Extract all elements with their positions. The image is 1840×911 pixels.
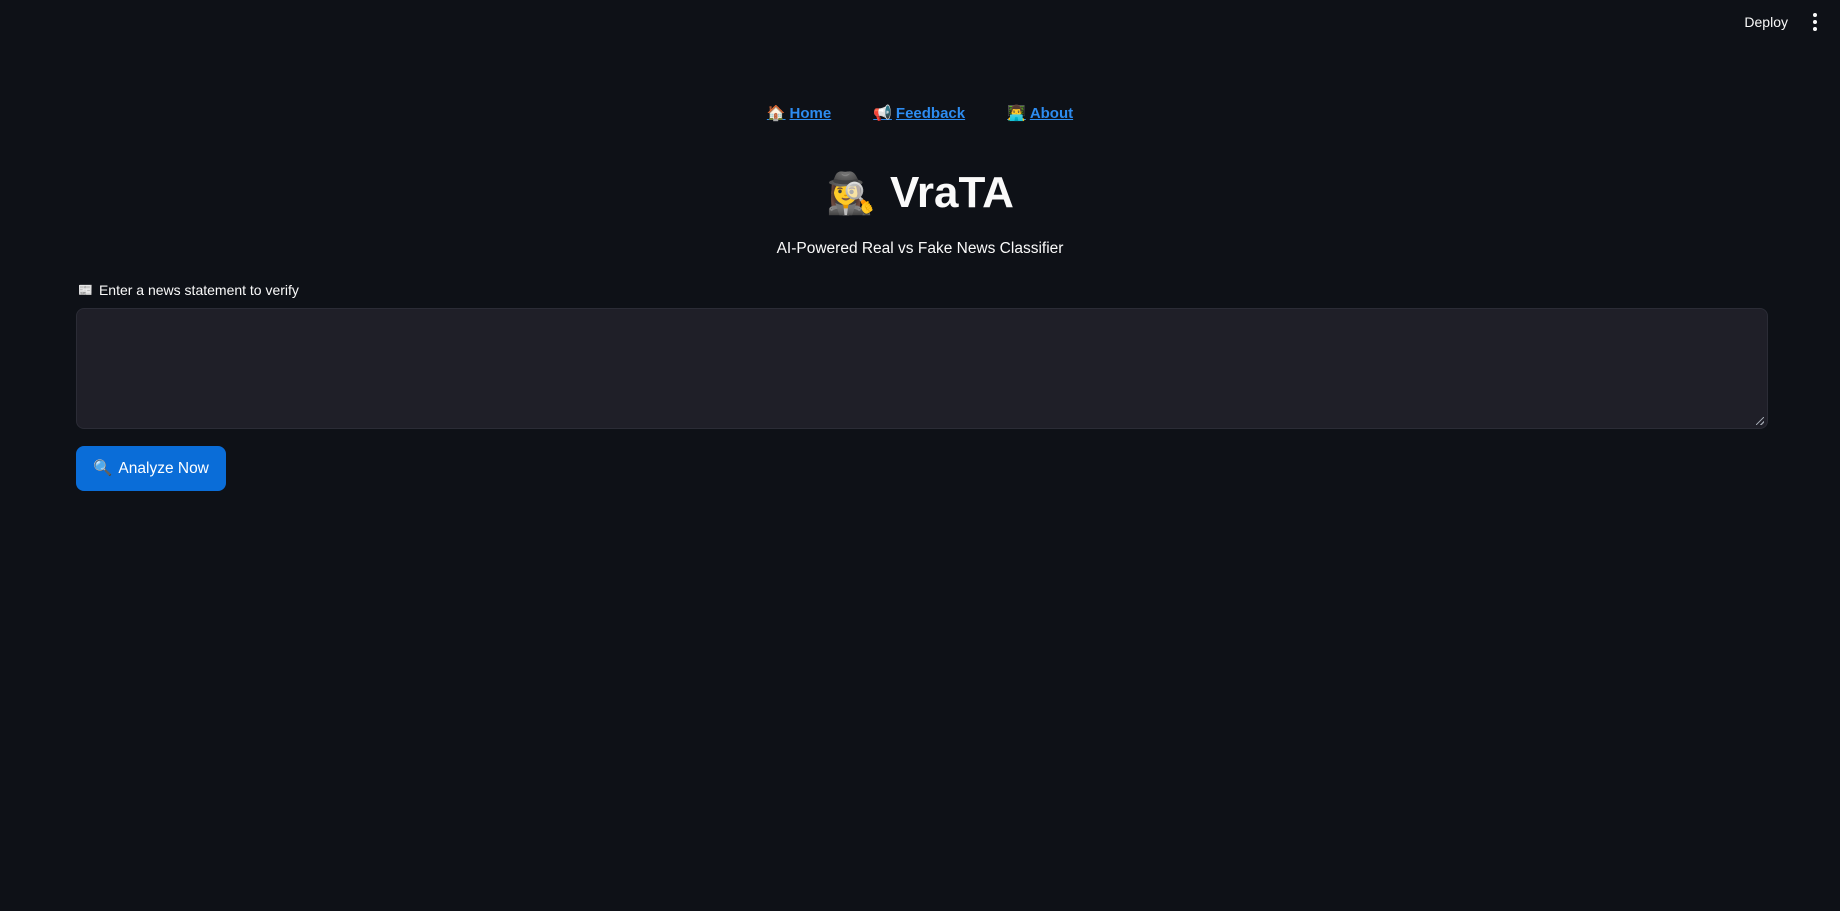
resize-handle-icon[interactable]: [1756, 417, 1764, 425]
nav-link-label: Feedback: [895, 104, 966, 122]
megaphone-icon: 📢: [873, 105, 892, 122]
menu-dot: [1813, 13, 1817, 17]
deploy-button[interactable]: Deploy: [1738, 10, 1794, 34]
menu-dot: [1813, 20, 1817, 24]
news-input-label: 📰 Enter a news statement to verify: [78, 282, 299, 298]
nav-link-about[interactable]: 👨‍💻 About: [1007, 104, 1074, 123]
newspaper-icon: 📰: [78, 283, 93, 297]
magnifier-icon: 🔍: [93, 460, 113, 477]
page-subtitle: AI-Powered Real vs Fake News Classifier: [776, 240, 1064, 257]
kebab-menu-icon[interactable]: [1808, 12, 1822, 32]
top-navigation: 🏠 Home 📢 Feedback 👨‍💻 About: [0, 104, 1840, 123]
news-input-label-text: Enter a news statement to verify: [98, 282, 299, 298]
app-name: VraTA: [889, 168, 1014, 217]
nav-link-feedback[interactable]: 📢 Feedback: [873, 104, 966, 123]
news-statement-input[interactable]: [77, 309, 1767, 428]
menu-dot: [1813, 27, 1817, 31]
analyze-now-button[interactable]: 🔍 Analyze Now: [76, 446, 226, 491]
house-icon: 🏠: [766, 105, 786, 122]
page-title: 🕵️‍♀️ VraTA: [0, 168, 1840, 218]
analyze-now-label: Analyze Now: [118, 459, 209, 477]
news-input-container: [76, 308, 1768, 429]
nav-link-label: About: [1029, 104, 1074, 122]
nav-link-home[interactable]: 🏠 Home: [766, 104, 832, 123]
detective-icon: 🕵️‍♀️: [826, 171, 876, 216]
technologist-icon: 👨‍💻: [1007, 105, 1026, 122]
nav-link-label: Home: [789, 104, 832, 122]
app-toolbar: Deploy: [1738, 0, 1840, 44]
